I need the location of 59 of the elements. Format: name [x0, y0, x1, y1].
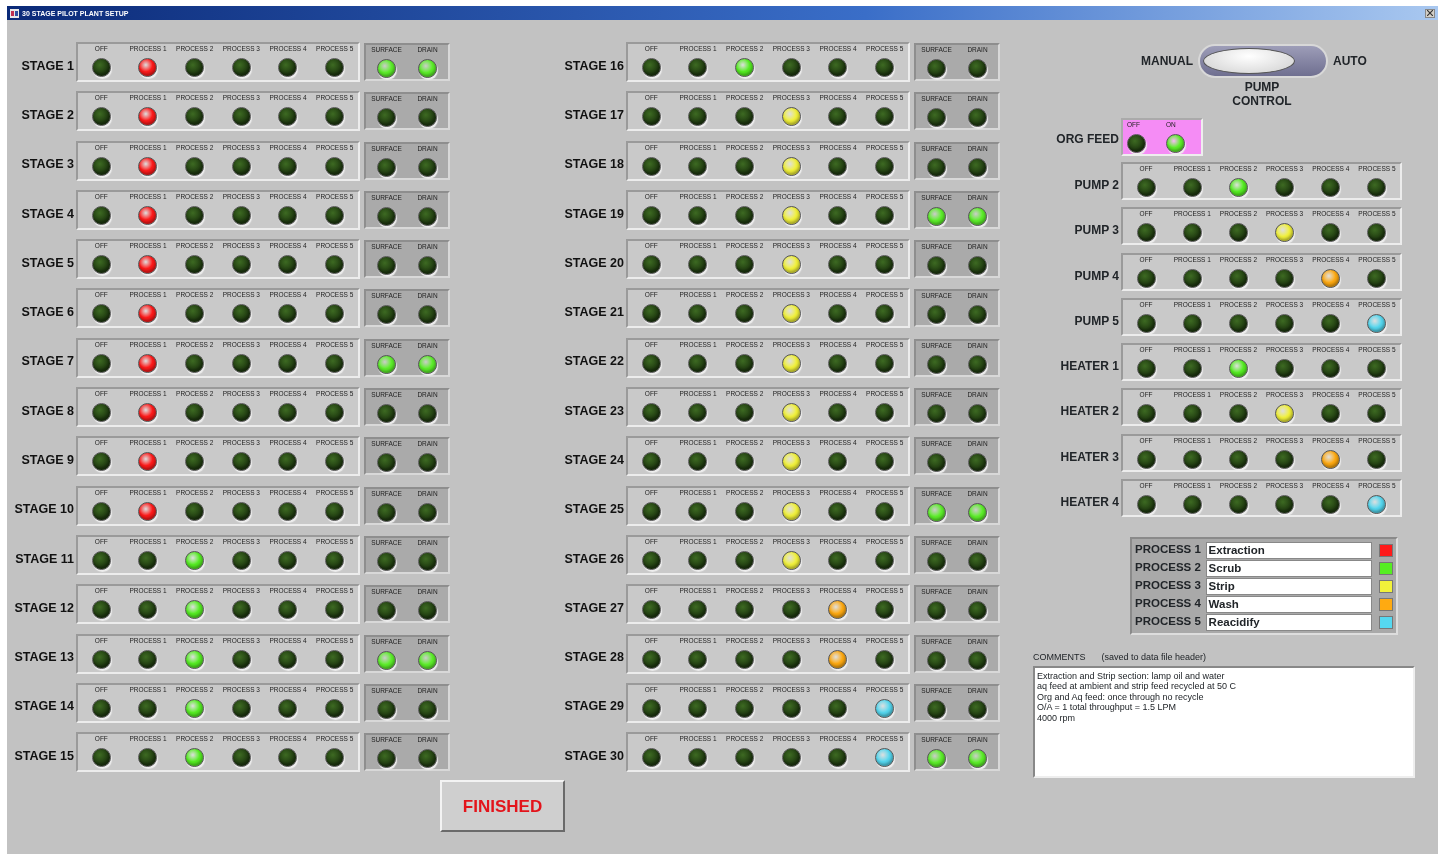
comments-note: (saved to data file header): [1101, 651, 1207, 665]
process-name-field[interactable]: Scrub: [1205, 559, 1373, 577]
comments-label: COMMENTS: [1033, 651, 1086, 665]
stage-label: STAGE 27: [563, 599, 625, 617]
stage-label: STAGE 19: [563, 205, 625, 223]
toggle-caption: PUMP CONTROL: [1231, 80, 1293, 108]
feed-label: ORG FEED: [1055, 131, 1120, 148]
pump-label: PUMP 3: [1073, 222, 1120, 240]
stage-label: STAGE 4: [20, 205, 75, 223]
stage-label: STAGE 11: [14, 550, 75, 568]
stage-label: STAGE 15: [13, 747, 75, 765]
stage-label: STAGE 25: [563, 501, 625, 519]
stage-label: STAGE 9: [20, 452, 75, 469]
stage-label: STAGE 28: [563, 649, 625, 667]
stage-label: STAGE 7: [20, 353, 75, 371]
legend-label: PROCESS 4: [1135, 596, 1202, 612]
process-name-field[interactable]: Strip: [1205, 577, 1373, 595]
stage-label: STAGE 10: [13, 501, 75, 519]
close-icon: [1427, 10, 1433, 16]
stage-label: STAGE 26: [563, 550, 625, 568]
stage-label: STAGE 8: [20, 402, 75, 420]
stage-label: STAGE 20: [563, 254, 625, 272]
close-button[interactable]: [1425, 8, 1435, 18]
app-icon: [10, 8, 19, 18]
comments-field[interactable]: Extraction and Strip section: lamp oil and water aq feed at ambient and strip feed recycled at 50 C Org and Aq feed: once through no recycle O/A = 1 total throughput = 1.5 LPM 4000 rpm: [1033, 665, 1415, 778]
stage-label: STAGE 3: [20, 156, 75, 174]
toggle-label: AUTO: [1333, 53, 1367, 70]
pump-label: HEATER 1: [1059, 358, 1120, 376]
toggle-label: MANUAL: [1141, 53, 1193, 70]
stage-label: STAGE 17: [563, 106, 625, 124]
stage-label: STAGE 23: [563, 402, 625, 420]
stage-label: STAGE 29: [563, 698, 625, 716]
stage-label: STAGE 18: [563, 156, 625, 174]
stage-label: STAGE 30: [563, 747, 625, 765]
stage-label: STAGE 1: [20, 57, 75, 75]
stage-label: STAGE 24: [563, 452, 625, 469]
process-name-field[interactable]: Extraction: [1205, 541, 1373, 559]
legend-label: PROCESS 2: [1135, 560, 1202, 576]
stage-label: STAGE 13: [13, 649, 75, 667]
legend-label: PROCESS 3: [1135, 578, 1202, 594]
process-name-field[interactable]: Reacidify: [1205, 613, 1373, 631]
toggle-switch[interactable]: [1198, 44, 1328, 78]
stage-label: STAGE 12: [13, 599, 75, 617]
pump-label: HEATER 3: [1059, 448, 1120, 466]
stage-label: STAGE 21: [563, 304, 625, 322]
legend-label: PROCESS 1: [1135, 542, 1202, 558]
process-name-field[interactable]: Wash: [1205, 595, 1373, 613]
pump-label: PUMP 5: [1073, 312, 1120, 330]
stage-label: STAGE 5: [20, 254, 75, 272]
legend-label: PROCESS 5: [1135, 614, 1202, 630]
stage-label: STAGE 22: [563, 353, 625, 371]
pump-label: HEATER 2: [1059, 403, 1120, 421]
stage-label: STAGE 14: [13, 698, 75, 716]
stage-label: STAGE 2: [20, 106, 75, 124]
pump-label: PUMP 4: [1073, 267, 1120, 285]
pump-label: HEATER 4: [1059, 494, 1120, 512]
pump-label: PUMP 2: [1073, 177, 1120, 194]
stage-label: STAGE 6: [20, 304, 75, 322]
stage-label: STAGE 16: [563, 57, 625, 75]
